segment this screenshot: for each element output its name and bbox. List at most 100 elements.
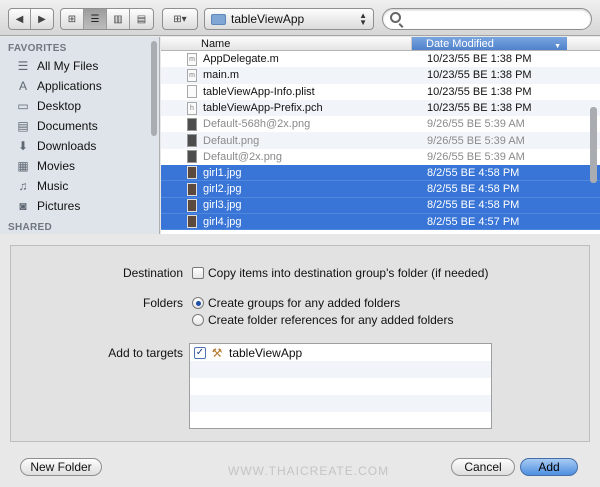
desktop-icon: ▭ — [17, 99, 29, 113]
column-header-name[interactable]: Name — [161, 37, 412, 50]
sidebar-item-applications[interactable]: A Applications — [0, 76, 159, 96]
forward-icon: ▶ — [38, 13, 46, 25]
sidebar-item-desktop[interactable]: ▭ Desktop — [0, 96, 159, 116]
file-row[interactable]: Default.png 9/26/55 BE 5:39 AM — [161, 132, 600, 149]
music-icon: ♫ — [18, 179, 28, 193]
file-row[interactable]: tableViewApp-Info.plist 10/23/55 BE 1:38 … — [161, 84, 600, 100]
sidebar-item-music[interactable]: ♫ Music — [0, 176, 159, 196]
file-name: girl1.jpg — [203, 166, 242, 179]
arrange-icon: ⊞▾ — [173, 13, 187, 25]
folder-icon — [211, 13, 226, 25]
file-name: girl4.jpg — [203, 215, 242, 228]
targets-list: ✓ ⚒ tableViewApp — [189, 343, 492, 429]
source-file-icon: m — [187, 68, 197, 82]
image-file-icon — [187, 182, 197, 196]
sidebar-item-label: Desktop — [37, 99, 82, 113]
destination-label: Destination — [122, 266, 183, 280]
add-button[interactable]: Add — [520, 458, 578, 476]
file-date-cell: 8/2/55 BE 4:57 PM — [427, 215, 520, 228]
toolbar: ◀ ▶ ⊞ ☰ ▥ ▤ ⊞▾ tableViewApp ▲ ▼ — [0, 0, 600, 36]
arrange-button[interactable]: ⊞▾ — [162, 8, 198, 30]
file-row[interactable]: Default-568h@2x.png 9/26/55 BE 5:39 AM — [161, 116, 600, 132]
file-name-cell: Default-568h@2x.png — [161, 117, 411, 131]
file-name-cell: girl1.jpg — [161, 166, 411, 180]
list-view-button[interactable]: ☰ — [84, 9, 107, 29]
add-to-targets-label: Add to targets — [108, 346, 183, 360]
file-name-cell: Default@2x.png — [161, 150, 411, 164]
path-popup[interactable]: tableViewApp ▲ ▼ — [204, 8, 374, 30]
sidebar-item-documents[interactable]: ▤ Documents — [0, 116, 159, 136]
file-name: main.m — [203, 69, 240, 82]
file-name-cell: m AppDelegate.m — [161, 52, 411, 66]
file-name: girl2.jpg — [203, 183, 242, 196]
file-date-cell: 10/23/55 BE 1:38 PM — [427, 102, 532, 115]
sidebar-item-pictures[interactable]: ◙ Pictures — [0, 196, 159, 216]
navigation-buttons: ◀ ▶ — [8, 8, 54, 30]
file-row[interactable]: girl3.jpg 8/2/55 BE 4:58 PM — [161, 197, 600, 214]
sidebar-item-movies[interactable]: ▦ Movies — [0, 156, 159, 176]
file-date-cell: 9/26/55 BE 5:39 AM — [427, 150, 525, 163]
sidebar-item-label: Downloads — [37, 139, 97, 153]
all-files-icon: ☰ — [17, 59, 29, 73]
image-file-icon — [187, 166, 197, 180]
new-folder-button[interactable]: New Folder — [20, 458, 102, 476]
column-header-date-modified[interactable]: Date Modified ▼ — [412, 37, 567, 50]
file-date-cell: 9/26/55 BE 5:39 AM — [427, 134, 525, 147]
file-row[interactable]: m AppDelegate.m 10/23/55 BE 1:38 PM — [161, 51, 600, 67]
file-row[interactable]: Default@2x.png 9/26/55 BE 5:39 AM — [161, 149, 600, 165]
file-name: tableViewApp-Info.plist — [203, 85, 315, 98]
image-file-icon — [187, 198, 197, 212]
copy-items-checkbox[interactable] — [192, 267, 204, 279]
sidebar-item-label: Pictures — [37, 199, 81, 213]
source-file-icon — [187, 85, 197, 99]
file-name-cell: Default.png — [161, 134, 411, 148]
file-row[interactable]: girl1.jpg 8/2/55 BE 4:58 PM — [161, 165, 600, 182]
coverflow-view-button[interactable]: ▤ — [130, 9, 153, 29]
create-folder-references-radio[interactable] — [192, 314, 204, 326]
file-row[interactable]: m main.m 10/23/55 BE 1:38 PM — [161, 67, 600, 84]
file-name: Default@2x.png — [203, 150, 283, 163]
target-row-tableviewapp[interactable]: ✓ ⚒ tableViewApp — [190, 344, 491, 361]
list-view-icon: ☰ — [90, 13, 100, 25]
file-row[interactable]: girl4.jpg 8/2/55 BE 4:57 PM — [161, 213, 600, 231]
image-file-icon — [187, 117, 197, 131]
pictures-icon: ◙ — [19, 199, 27, 213]
forward-button[interactable]: ▶ — [31, 9, 53, 29]
target-row-empty — [190, 378, 491, 395]
column-view-button[interactable]: ▥ — [107, 9, 130, 29]
file-name-cell: h tableViewApp-Prefix.pch — [161, 101, 411, 115]
watermark: WWW.THAICREATE.COM — [228, 464, 390, 478]
documents-icon: ▤ — [17, 119, 29, 133]
add-files-options-panel: Destination Copy items into destination … — [10, 245, 590, 442]
search-field[interactable] — [382, 8, 592, 30]
image-file-icon — [187, 134, 197, 148]
sidebar-item-downloads[interactable]: ⬇ Downloads — [0, 136, 159, 156]
column-header: Name Date Modified ▼ — [161, 37, 600, 51]
path-folder-name: tableViewApp — [231, 12, 305, 26]
sidebar-scrollbar[interactable] — [151, 41, 157, 136]
icon-view-button[interactable]: ⊞ — [61, 9, 84, 29]
file-row[interactable]: girl2.jpg 8/2/55 BE 4:58 PM — [161, 181, 600, 198]
image-file-icon — [187, 150, 197, 164]
file-list: Name Date Modified ▼ m AppDelegate.m 10/23… — [161, 37, 600, 234]
source-file-icon: h — [187, 101, 197, 115]
sidebar-item-label: Movies — [37, 159, 76, 173]
target-row-empty — [190, 361, 491, 378]
file-rows: m AppDelegate.m 10/23/55 BE 1:38 PM m main.m… — [161, 51, 600, 231]
file-row[interactable]: h tableViewApp-Prefix.pch 10/23/55 BE 1:38… — [161, 99, 600, 117]
create-groups-radio[interactable] — [192, 297, 204, 309]
back-button[interactable]: ◀ — [9, 9, 32, 29]
file-date-cell: 8/2/55 BE 4:58 PM — [427, 183, 520, 196]
search-icon — [390, 12, 401, 23]
sidebar-item-label: Documents — [37, 119, 98, 133]
file-name-cell: girl4.jpg — [161, 215, 411, 229]
copy-items-label: Copy items into destination group's fold… — [208, 266, 489, 280]
file-list-scrollbar[interactable] — [590, 107, 597, 183]
sidebar: FAVORITES ☰ All My Files A Applications … — [0, 37, 160, 234]
applications-icon: A — [18, 79, 27, 93]
cancel-button[interactable]: Cancel — [451, 458, 515, 476]
sidebar-item-all-my-files[interactable]: ☰ All My Files — [0, 56, 159, 76]
coverflow-view-icon: ▤ — [136, 13, 147, 25]
file-name: tableViewApp-Prefix.pch — [203, 102, 323, 115]
target-checkbox[interactable]: ✓ — [194, 346, 206, 359]
